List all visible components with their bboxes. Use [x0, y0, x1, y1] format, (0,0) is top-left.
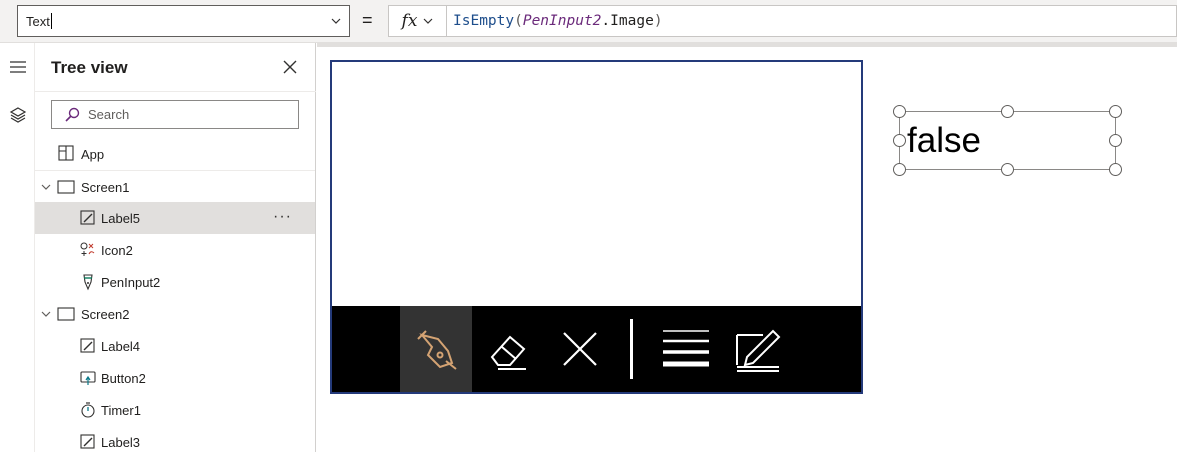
- search-placeholder: Search: [88, 107, 130, 122]
- chevron-down-icon[interactable]: [329, 14, 343, 28]
- label-icon: [80, 338, 95, 353]
- formula-input[interactable]: IsEmpty(PenInput2 .Image): [447, 5, 1177, 37]
- resize-handle[interactable]: [1109, 163, 1122, 176]
- tree-item-label4[interactable]: Label4: [35, 330, 315, 362]
- pen-input-control[interactable]: [330, 60, 863, 394]
- chevron-down-icon[interactable]: [40, 308, 52, 320]
- resize-handle[interactable]: [1109, 105, 1122, 118]
- eraser-button[interactable]: [472, 306, 544, 392]
- chevron-down-icon[interactable]: [40, 181, 52, 193]
- tree-view-title: Tree view: [51, 58, 128, 77]
- formula-function: IsEmpty: [453, 13, 515, 29]
- toolbar-divider: [622, 306, 633, 392]
- tree-item-label: Icon2: [101, 242, 133, 258]
- tree-item-label: Button2: [101, 370, 146, 386]
- hamburger-icon: [9, 61, 26, 73]
- button-icon: [80, 371, 96, 385]
- hamburger-menu-button[interactable]: [0, 47, 35, 87]
- app-icon: [58, 145, 74, 161]
- clear-icon: [563, 332, 597, 366]
- pen-tool-icon: [417, 330, 457, 370]
- eraser-icon: [490, 335, 526, 370]
- resize-handle[interactable]: [893, 163, 906, 176]
- tree-item-icon2[interactable]: Icon2: [35, 234, 315, 266]
- tree-view-rail-button[interactable]: [0, 95, 35, 135]
- divider: [630, 319, 633, 379]
- tree-item-screen1[interactable]: Screen1: [35, 171, 315, 203]
- resize-handle[interactable]: [893, 134, 906, 147]
- pen-tool-button[interactable]: [400, 306, 472, 392]
- resize-handle[interactable]: [1109, 134, 1122, 147]
- fx-button[interactable]: fx: [388, 5, 447, 37]
- tree-item-label: Label3: [101, 434, 141, 450]
- tree-view-panel: Tree view Search App Screen1 Label5 ··· …: [35, 43, 316, 452]
- icons-icon: [80, 242, 95, 256]
- left-rail: [0, 43, 35, 452]
- tree-item-label: Label5: [101, 210, 141, 226]
- screen-icon: [57, 180, 75, 194]
- tree-item-peninput2[interactable]: PenInput2: [35, 266, 315, 298]
- close-icon[interactable]: [281, 58, 299, 76]
- tree-item-label: Timer1: [101, 402, 141, 418]
- property-value: Text: [26, 13, 50, 29]
- tree-item-label: Screen1: [81, 179, 130, 195]
- pen-toolbar: [332, 306, 861, 392]
- label-text: false: [907, 121, 981, 160]
- search-icon: [65, 107, 80, 122]
- tree-item-button2[interactable]: Button2: [35, 362, 315, 394]
- header-divider: [35, 91, 316, 92]
- more-options-button[interactable]: ···: [273, 208, 292, 226]
- text-cursor: [50, 13, 52, 29]
- layers-icon: [9, 107, 26, 123]
- edit-icon: [736, 329, 781, 372]
- tree-item-app[interactable]: App: [35, 138, 315, 170]
- formula-control: PenInput2: [522, 13, 602, 29]
- tree-item-label3[interactable]: Label3: [35, 426, 315, 458]
- label-icon: [80, 210, 95, 225]
- formula-property: .Image: [601, 13, 654, 29]
- search-input[interactable]: Search: [51, 100, 299, 129]
- tree-item-label: Screen2: [81, 306, 130, 322]
- edit-button[interactable]: [722, 306, 794, 392]
- chevron-down-icon: [424, 18, 433, 24]
- tree-item-label: App: [81, 146, 105, 162]
- property-dropdown[interactable]: Text: [17, 5, 350, 37]
- tree-item-label: PenInput2: [101, 274, 161, 290]
- thickness-button[interactable]: [650, 306, 722, 392]
- horizontal-scrollbar[interactable]: [317, 43, 1177, 47]
- thickness-icon: [663, 330, 709, 367]
- tree-item-label: Label4: [101, 338, 141, 354]
- resize-handle[interactable]: [1001, 105, 1014, 118]
- label-icon: [80, 434, 95, 449]
- formula-bar: Text = fx IsEmpty(PenInput2 .Image): [0, 0, 1177, 43]
- tree-item-screen2[interactable]: Screen2: [35, 298, 315, 330]
- tree-item-label5[interactable]: Label5 ···: [35, 202, 315, 234]
- screen-icon: [57, 307, 75, 321]
- timer-icon: [81, 402, 95, 418]
- equals-sign: =: [362, 10, 373, 30]
- pen-input-icon: [83, 274, 93, 291]
- resize-handle[interactable]: [1001, 163, 1014, 176]
- tree-item-timer1[interactable]: Timer1: [35, 394, 315, 426]
- resize-handle[interactable]: [893, 105, 906, 118]
- formula-close-paren: ): [653, 13, 663, 29]
- fx-icon: fx: [401, 11, 418, 31]
- formula-open-paren: (: [514, 13, 523, 29]
- clear-button[interactable]: [544, 306, 616, 392]
